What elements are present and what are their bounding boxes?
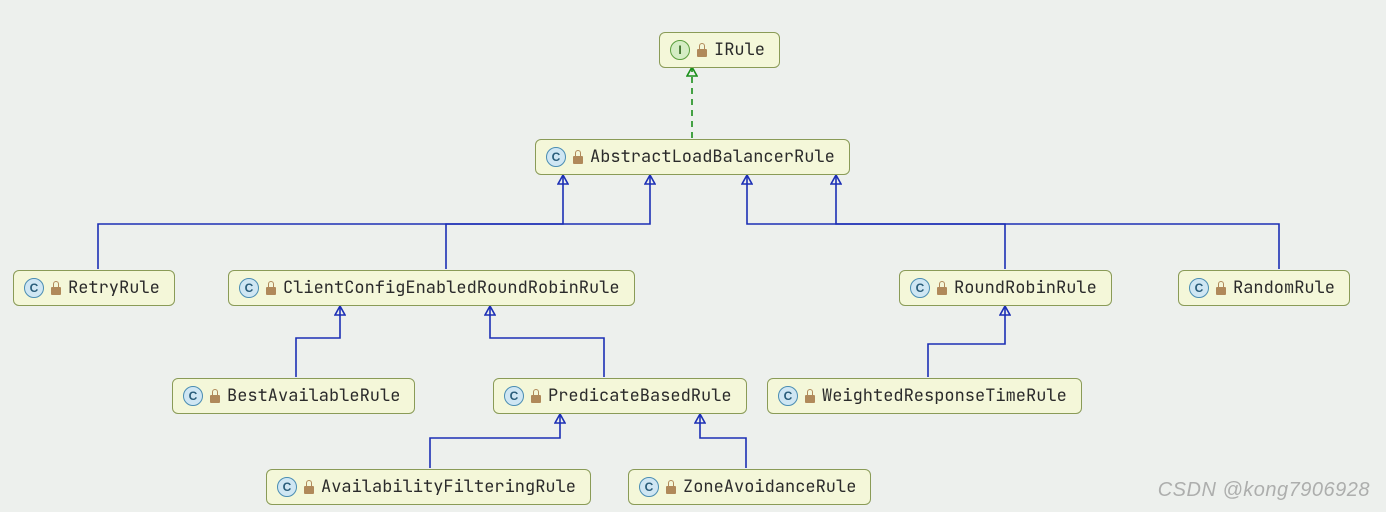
rel-zoneavoid-predicate [700, 415, 746, 468]
class-badge-icon: C [639, 477, 659, 497]
rel-weighted-roundrobin [928, 307, 1005, 377]
interface-badge-icon: I [670, 40, 690, 60]
node-label: RandomRule [1233, 277, 1335, 299]
node-zoneavoid[interactable]: C ZoneAvoidanceRule [628, 469, 871, 505]
rel-clientcfg-abstract [446, 176, 650, 269]
connectors-layer [0, 0, 1386, 512]
rel-random-abstract [836, 176, 1279, 269]
class-badge-icon: C [239, 278, 259, 298]
node-label: PredicateBasedRule [548, 385, 732, 407]
lock-icon [209, 389, 221, 403]
node-label: ZoneAvoidanceRule [683, 476, 856, 498]
node-label: RoundRobinRule [954, 277, 1097, 299]
class-badge-icon: C [546, 147, 566, 167]
watermark-text: CSDN @kong7906928 [1158, 479, 1370, 502]
node-label: ClientConfigEnabledRoundRobinRule [283, 277, 620, 299]
rel-bestavail-clientcfg [296, 307, 340, 377]
node-label: RetryRule [68, 277, 160, 299]
class-badge-icon: C [504, 386, 524, 406]
node-irule[interactable]: I IRule [659, 32, 780, 68]
node-label: WeightedResponseTimeRule [822, 385, 1067, 407]
class-badge-icon: C [910, 278, 930, 298]
class-badge-icon: C [24, 278, 44, 298]
class-badge-icon: C [1189, 278, 1209, 298]
rel-retry-abstract [98, 176, 563, 269]
lock-icon [696, 43, 708, 57]
node-roundrobin[interactable]: C RoundRobinRule [899, 270, 1112, 306]
node-label: AvailabilityFilteringRule [321, 476, 576, 498]
rel-roundrobin-abstract [747, 176, 1005, 269]
node-availfilter[interactable]: C AvailabilityFilteringRule [266, 469, 591, 505]
node-bestavail[interactable]: C BestAvailableRule [172, 378, 415, 414]
class-badge-icon: C [183, 386, 203, 406]
rel-predicate-clientcfg [490, 307, 604, 377]
lock-icon [572, 150, 584, 164]
node-clientcfg[interactable]: C ClientConfigEnabledRoundRobinRule [228, 270, 635, 306]
lock-icon [936, 281, 948, 295]
node-retry[interactable]: C RetryRule [13, 270, 175, 306]
lock-icon [1215, 281, 1227, 295]
lock-icon [804, 389, 816, 403]
lock-icon [50, 281, 62, 295]
class-badge-icon: C [277, 477, 297, 497]
rel-availfilter-predicate [430, 415, 560, 468]
node-abstract[interactable]: C AbstractLoadBalancerRule [535, 139, 850, 175]
node-label: BestAvailableRule [227, 385, 400, 407]
lock-icon [665, 480, 677, 494]
node-predicate[interactable]: C PredicateBasedRule [493, 378, 747, 414]
node-random[interactable]: C RandomRule [1178, 270, 1350, 306]
lock-icon [530, 389, 542, 403]
node-weighted[interactable]: C WeightedResponseTimeRule [767, 378, 1082, 414]
lock-icon [265, 281, 277, 295]
node-label: IRule [714, 39, 765, 61]
node-label: AbstractLoadBalancerRule [590, 146, 835, 168]
lock-icon [303, 480, 315, 494]
class-badge-icon: C [778, 386, 798, 406]
